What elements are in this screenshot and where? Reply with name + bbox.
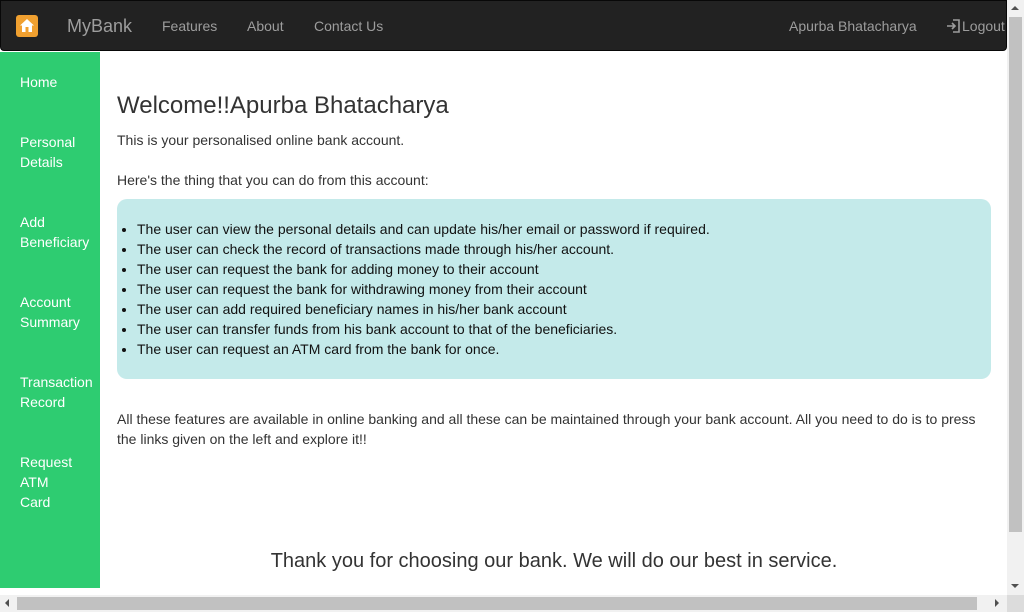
vertical-scrollbar[interactable] [1007, 0, 1024, 595]
sidebar-item-label: Details [20, 154, 63, 170]
sidebar-item-request-atm-card[interactable]: Request ATM Card [20, 452, 98, 512]
feature-list: The user can view the personal details a… [137, 219, 710, 359]
top-navbar: MyBank Features About Contact Us Apurba … [0, 0, 1007, 51]
home-icon[interactable] [16, 15, 38, 37]
sidebar-item-label: Account [20, 294, 71, 310]
list-item: The user can request the bank for adding… [137, 259, 710, 279]
list-item: The user can request an ATM card from th… [137, 339, 710, 359]
list-item: The user can check the record of transac… [137, 239, 710, 259]
scrollbar-corner [1007, 595, 1024, 612]
scroll-left-icon[interactable] [5, 599, 9, 607]
log-in-icon [947, 19, 960, 33]
sidebar-item-label: Personal [20, 134, 76, 150]
outro-text: All these features are available in onli… [117, 411, 976, 447]
page-title: Welcome!!Apurba Bhatacharya [117, 92, 449, 119]
sidebar-item-label: Add [20, 214, 45, 230]
horizontal-scrollbar[interactable] [0, 595, 1007, 612]
sidebar-item-label: Request [20, 454, 73, 470]
user-name[interactable]: Apurba Bhatacharya [789, 18, 917, 34]
nav-about-link[interactable]: About [247, 18, 284, 34]
sidebar-item-label: Card [20, 494, 51, 510]
nav-contact-link[interactable]: Contact Us [314, 18, 383, 34]
sidebar-item-transaction-record[interactable]: Transaction Record [20, 372, 98, 412]
sidebar-item-home[interactable]: Home [20, 72, 98, 92]
sidebar-item-label: Home [20, 74, 58, 90]
list-item: The user can view the personal details a… [137, 219, 710, 239]
scroll-down-icon[interactable] [1011, 584, 1019, 588]
sidebar-item-label: Beneficiary [20, 234, 90, 250]
sidebar-item-add-beneficiary[interactable]: Add Beneficiary [20, 212, 98, 252]
list-item: The user can request the bank for withdr… [137, 279, 710, 299]
sidebar-item-personal-details[interactable]: Personal Details [20, 132, 98, 172]
feature-box: The user can view the personal details a… [117, 199, 991, 379]
list-item: The user can add required beneficiary na… [137, 299, 710, 319]
horizontal-scroll-thumb[interactable] [17, 597, 977, 610]
scroll-right-icon[interactable] [995, 599, 999, 607]
logout-button[interactable]: Logout [946, 18, 1005, 34]
sidebar-item-label: Summary [20, 314, 80, 330]
intro-text: This is your personalised online bank ac… [117, 132, 405, 148]
sidebar: Home Personal Details Add Beneficiary Ac… [0, 52, 100, 588]
sidebar-item-label: Transaction [20, 374, 93, 390]
brand-link[interactable]: MyBank [67, 16, 132, 37]
intro-subtext: Here's the thing that you can do from th… [117, 172, 429, 188]
logout-label: Logout [962, 18, 1005, 34]
thanks-message: Thank you for choosing our bank. We will… [270, 550, 838, 572]
scroll-up-icon[interactable] [1011, 6, 1019, 10]
vertical-scroll-thumb[interactable] [1009, 17, 1022, 532]
sidebar-item-account-summary[interactable]: Account Summary [20, 292, 98, 332]
list-item: The user can transfer funds from his ban… [137, 319, 710, 339]
nav-features-link[interactable]: Features [162, 18, 217, 34]
sidebar-item-label: ATM [20, 474, 49, 490]
sidebar-item-label: Record [20, 394, 66, 410]
